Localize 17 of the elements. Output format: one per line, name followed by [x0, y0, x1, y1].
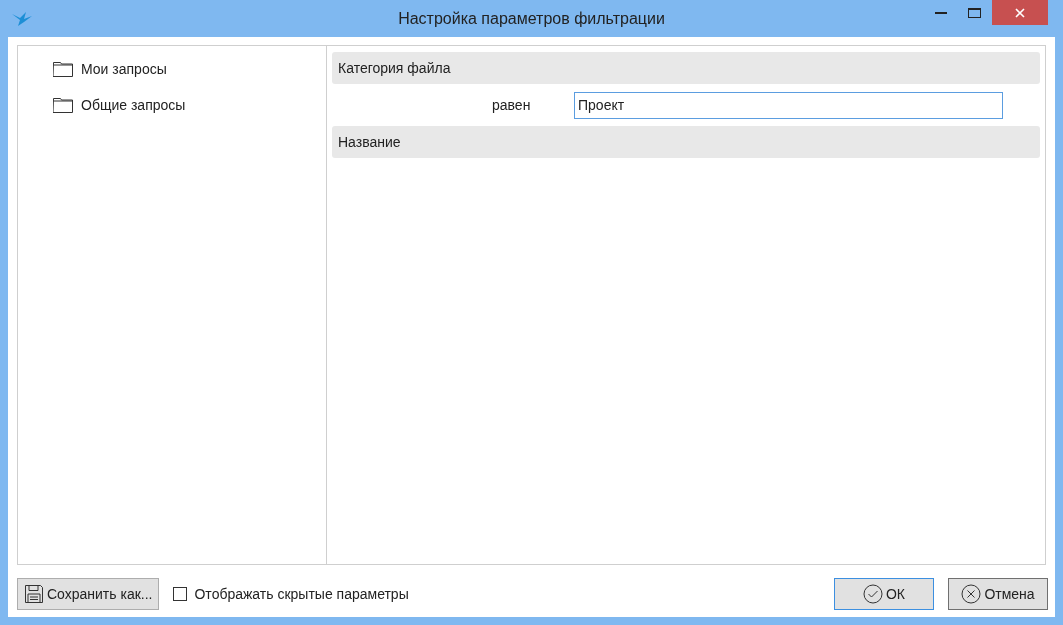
tree-item[interactable]: Общие запросы [53, 94, 326, 116]
close-icon [1015, 7, 1025, 18]
close-circle-icon [961, 584, 982, 604]
show-hidden-checkbox[interactable]: Отображать скрытые параметры [173, 583, 409, 605]
cancel-button[interactable]: Отмена [948, 578, 1048, 610]
bird-logo-icon [12, 12, 32, 26]
filter-section-header: Категория файла [332, 52, 1040, 84]
value-input[interactable]: Проект [574, 91, 1003, 119]
ok-button[interactable]: ОК [834, 578, 934, 610]
tree-item[interactable]: Мои запросы [53, 58, 326, 80]
operator-label: равен [492, 95, 532, 115]
check-circle-icon [862, 584, 883, 604]
filter-section-header: Название [332, 126, 1040, 158]
window-title: Настройка параметров фильтрации [398, 8, 665, 29]
save-as-button[interactable]: Сохранить как... [17, 578, 160, 610]
folder-icon [53, 61, 74, 77]
folder-icon [53, 97, 74, 113]
